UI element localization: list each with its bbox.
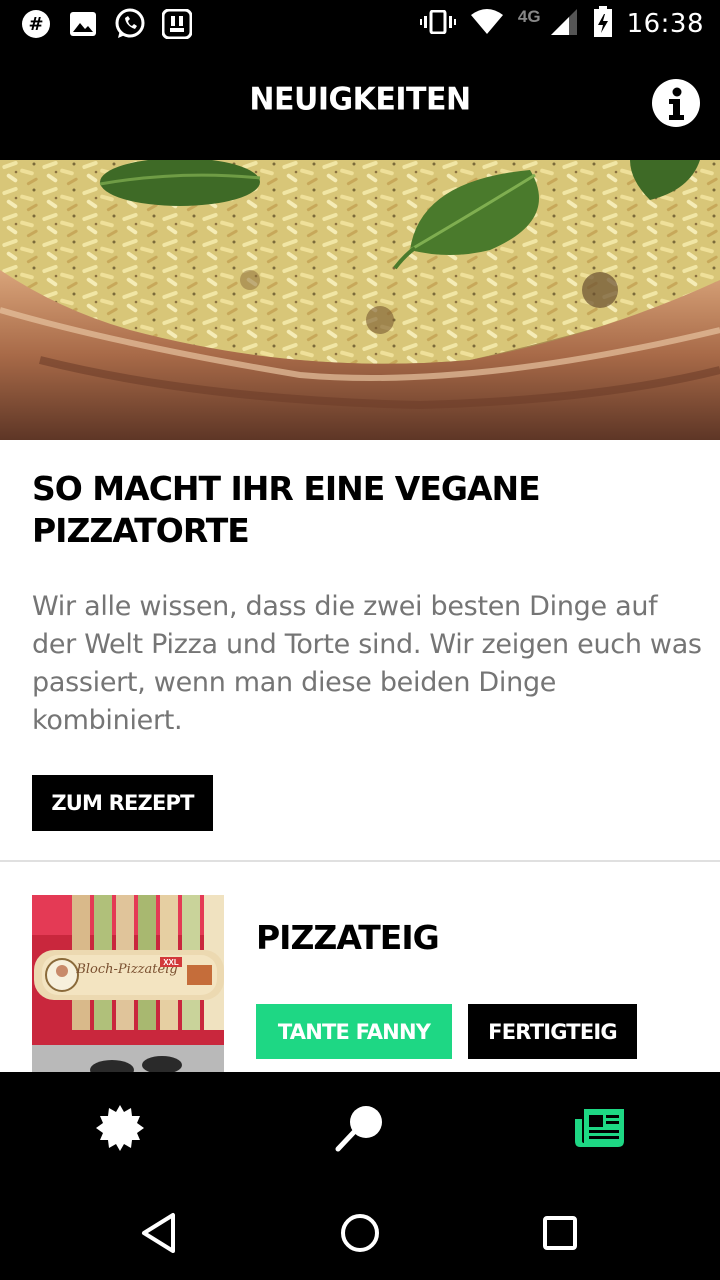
search-tab[interactable] [332, 1100, 388, 1156]
signal-icon [549, 7, 579, 42]
card-title: PIZZATEIG [256, 918, 440, 957]
info-icon [653, 80, 699, 126]
zum-rezept-button[interactable]: ZUM REZEPT [32, 775, 213, 831]
clock: 16:38 [626, 9, 704, 39]
badge-icon [96, 1105, 144, 1151]
notification-icons: # [20, 8, 193, 40]
tag-tante-fanny[interactable]: TANTE FANNY [256, 1004, 452, 1059]
news-tab[interactable] [572, 1100, 628, 1156]
article-teaser: Wir alle wissen, dass die zwei besten Di… [32, 591, 702, 736]
slack-icon: # [20, 8, 52, 40]
app-icon [161, 8, 193, 40]
home-icon [341, 1214, 379, 1252]
search-icon [335, 1106, 382, 1152]
home-button[interactable] [335, 1208, 385, 1258]
news-icon [575, 1109, 624, 1147]
page-title: NEUIGKEITEN [249, 81, 471, 118]
network-type: 4G [517, 7, 541, 26]
svg-text:#: # [28, 14, 43, 35]
article-hero-image[interactable] [0, 160, 720, 440]
whatsapp-icon [114, 8, 146, 40]
badge-tab[interactable] [92, 1100, 148, 1156]
status-bar: # 4G 16:38 [0, 0, 720, 48]
back-button[interactable] [134, 1208, 184, 1258]
info-button[interactable] [652, 79, 700, 127]
pizzateig-thumbnail[interactable]: Bloch-Pizzateig XXL [32, 895, 224, 1075]
bottom-navigation [0, 1072, 720, 1184]
back-icon [142, 1213, 175, 1253]
app-header: NEUIGKEITEN [0, 48, 720, 160]
article-title: SO MACHT IHR EINE VEGANE PIZZATORTE [32, 469, 541, 550]
wifi-icon [470, 8, 504, 40]
screen: # 4G 16:38 NEUIGKEITEN SO MACHT IHR EINE… [0, 0, 720, 1280]
vibrate-icon [419, 9, 456, 39]
tag-fertigteig[interactable]: FERTIGTEIG [468, 1004, 637, 1059]
system-navigation [0, 1184, 720, 1280]
divider [0, 860, 720, 862]
battery-icon [593, 5, 613, 43]
svg-text:XXL: XXL [163, 958, 179, 967]
recents-button[interactable] [535, 1208, 585, 1258]
system-status: 4G 16:38 [419, 5, 704, 43]
image-icon [67, 8, 99, 40]
recents-icon [543, 1216, 577, 1250]
